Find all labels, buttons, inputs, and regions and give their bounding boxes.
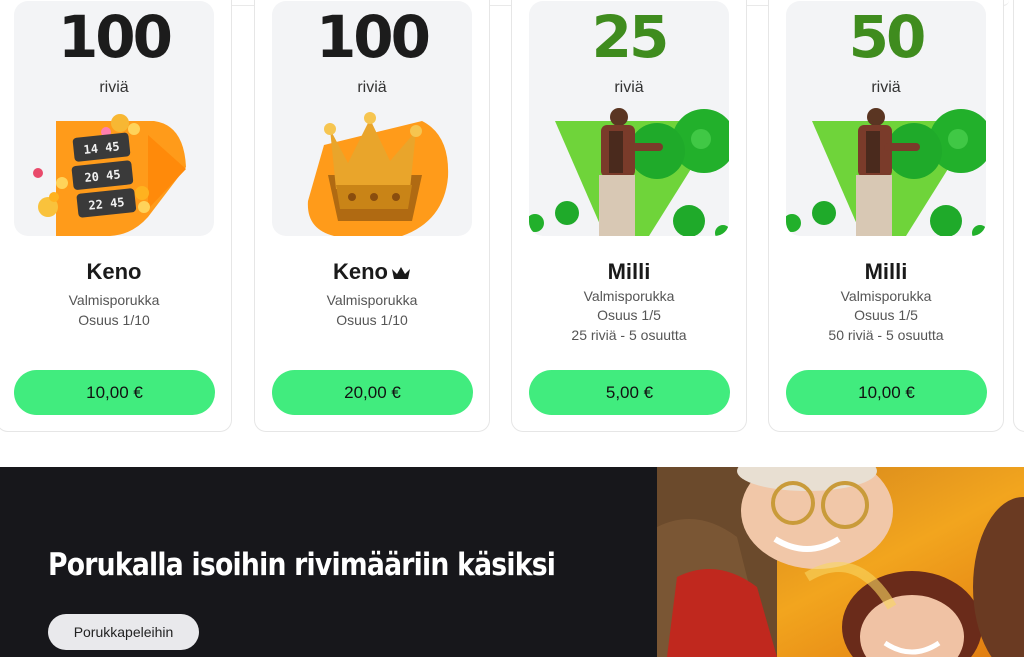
game-description-line: 50 riviä - 5 osuutta bbox=[828, 327, 944, 343]
game-card-partial[interactable] bbox=[1013, 0, 1024, 432]
group-play-promo-banner: Porukalla isoihin rivimääriin käsiksi Po… bbox=[0, 467, 1024, 657]
game-title: Milli bbox=[864, 259, 908, 284]
buy-share-button[interactable]: 5,00 € bbox=[529, 370, 730, 415]
crown-illustration bbox=[307, 112, 449, 236]
row-unit-label: riviä bbox=[871, 79, 901, 96]
milli-person-illustration bbox=[529, 108, 729, 236]
group-game-cards: 100 riviä 14 45 20 45 22 45 Keno Valmisp… bbox=[0, 0, 1024, 440]
game-title: Keno bbox=[86, 259, 142, 284]
card-media: 50 riviä bbox=[786, 1, 986, 236]
game-card-keno[interactable]: 100 riviä 14 45 20 45 22 45 Keno Valmisp… bbox=[0, 0, 232, 432]
buy-share-button[interactable]: 10,00 € bbox=[786, 370, 987, 415]
card-media: 100 riviä 14 45 20 45 22 45 bbox=[14, 1, 214, 236]
game-title: Keno bbox=[333, 259, 388, 284]
row-count: 100 bbox=[57, 3, 173, 71]
milli-person-illustration bbox=[786, 108, 986, 236]
row-count: 25 bbox=[591, 3, 670, 71]
game-card-milli-50[interactable]: 50 riviä Milli Valmisporukka Osuus 1/5 5… bbox=[768, 0, 1004, 432]
group-games-button[interactable]: Porukkapeleihin bbox=[48, 614, 199, 650]
game-description-line: Valmisporukka bbox=[326, 292, 418, 308]
game-title: Milli bbox=[607, 259, 651, 284]
card-media: 25 riviä bbox=[529, 1, 729, 236]
game-description-line: Valmisporukka bbox=[583, 288, 675, 304]
game-description-line: Osuus 1/5 bbox=[597, 307, 661, 323]
game-card-keno-king[interactable]: 100 riviä Keno Valmisporukka Osuus 1/10 … bbox=[254, 0, 490, 432]
game-description-line: Valmisporukka bbox=[68, 292, 160, 308]
row-unit-label: riviä bbox=[357, 79, 387, 96]
game-description-line: 25 riviä - 5 osuutta bbox=[571, 327, 687, 343]
keno-ticket-illustration: 14 45 20 45 22 45 bbox=[33, 114, 186, 236]
row-unit-label: riviä bbox=[614, 79, 644, 96]
row-count: 50 bbox=[848, 3, 927, 71]
game-description-line: Osuus 1/10 bbox=[78, 312, 150, 328]
crown-icon bbox=[392, 267, 410, 280]
game-card-milli-25[interactable]: 25 riviä Milli Valmisporukka Osuus 1/5 2… bbox=[511, 0, 747, 432]
row-unit-label: riviä bbox=[99, 79, 129, 96]
game-title-row: Keno bbox=[255, 259, 489, 285]
promo-title: Porukalla isoihin rivimääriin käsiksi bbox=[48, 547, 556, 583]
game-description-line: Osuus 1/5 bbox=[854, 307, 918, 323]
game-description-line: Osuus 1/10 bbox=[336, 312, 408, 328]
card-media: 100 riviä bbox=[272, 1, 472, 236]
row-count: 100 bbox=[315, 3, 431, 71]
game-description-line: Valmisporukka bbox=[840, 288, 932, 304]
buy-share-button[interactable]: 10,00 € bbox=[14, 370, 215, 415]
buy-share-button[interactable]: 20,00 € bbox=[272, 370, 473, 415]
promo-people-photo bbox=[657, 467, 1024, 657]
